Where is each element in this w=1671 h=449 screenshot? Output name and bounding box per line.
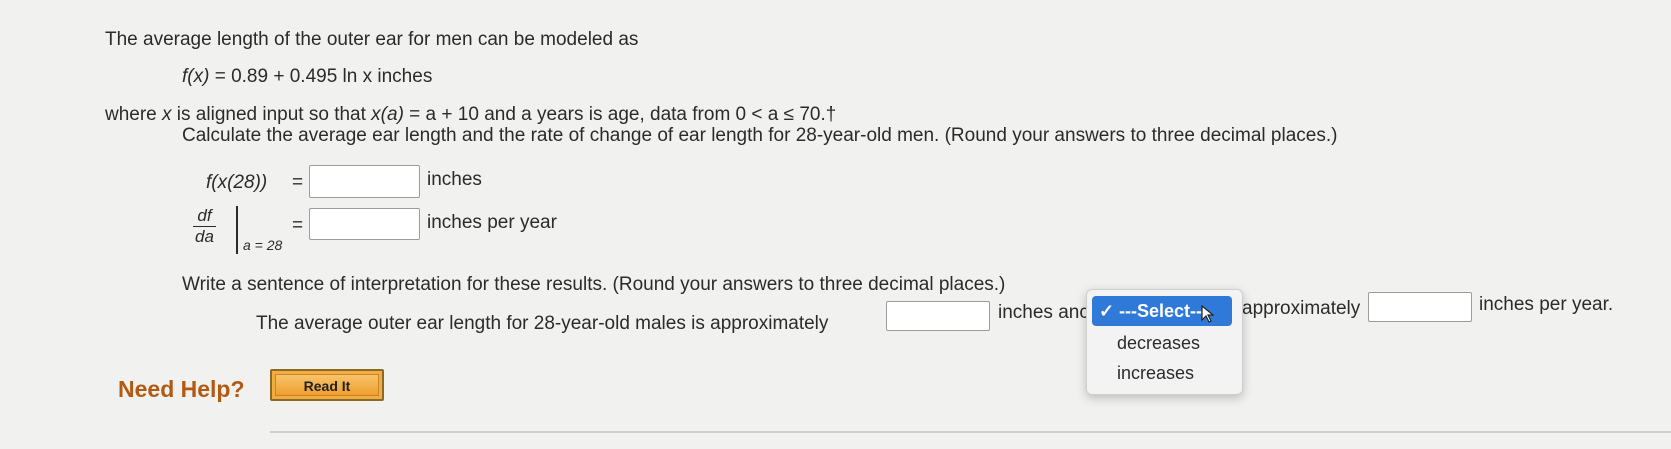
problem-intro: The average length of the outer ear for …	[105, 29, 639, 50]
model-formula: f(x) = 0.89 + 0.495 ln x inches	[182, 66, 432, 88]
equals-sign-1: =	[292, 172, 304, 193]
derivative-fraction: df da	[193, 206, 216, 247]
rate-answer-input[interactable]	[1368, 292, 1472, 322]
trend-select-selected[interactable]: ✓ ---Select---	[1092, 296, 1232, 326]
option-decreases[interactable]: decreases	[1117, 333, 1200, 354]
sentence-after-select: approximately	[1242, 298, 1361, 319]
option-increases[interactable]: increases	[1117, 363, 1194, 384]
fx28-unit: inches	[427, 169, 482, 190]
sentence-start: The average outer ear length for 28-year…	[256, 313, 829, 334]
where-var-x: x	[162, 104, 172, 125]
derivative-numerator: df	[193, 206, 216, 227]
sentence-after-box1: inches anc	[998, 302, 1089, 323]
interpretation-instruction: Write a sentence of interpretation for t…	[182, 274, 1006, 295]
formula-rhs: = 0.89 + 0.495 ln x inches	[209, 66, 433, 87]
need-help-label: Need Help?	[118, 376, 245, 402]
cursor-icon	[1201, 305, 1215, 323]
where-xa: x(a)	[371, 104, 404, 125]
formula-lhs: f(x)	[182, 66, 210, 87]
fx28-label: f(x(28))	[206, 172, 268, 193]
where-text-3: = a + 10 and a years is age, data from 0…	[403, 104, 837, 125]
where-statement: where x is aligned input so that x(a) = …	[105, 104, 836, 126]
derivative-unit: inches per year	[427, 212, 557, 233]
calc-instruction: Calculate the average ear length and the…	[182, 125, 1338, 146]
sentence-end: inches per year.	[1479, 294, 1614, 315]
section-divider	[270, 431, 1671, 433]
derivative-denominator: da	[195, 227, 214, 246]
check-icon: ✓	[1099, 301, 1115, 321]
read-it-button[interactable]: Read It	[270, 369, 384, 401]
where-text-1: where	[105, 104, 163, 125]
read-it-label: Read It	[275, 374, 379, 396]
derivative-answer-input[interactable]	[309, 208, 420, 240]
evaluation-subscript: a = 28	[243, 237, 283, 253]
fx28-answer-input[interactable]	[309, 165, 420, 198]
equals-sign-2: =	[292, 215, 304, 236]
evaluation-bar	[236, 206, 238, 254]
where-text-2: is aligned input so that	[171, 104, 372, 125]
selected-label: ---Select---	[1119, 301, 1208, 321]
ear-length-input[interactable]	[886, 301, 990, 331]
